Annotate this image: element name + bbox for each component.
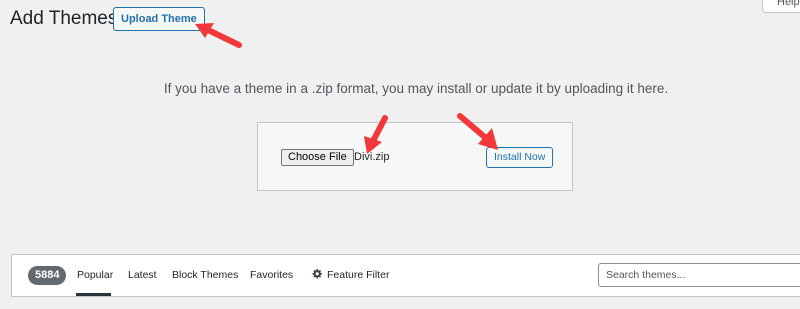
current-tab-indicator: [76, 293, 111, 296]
search-themes-input[interactable]: [598, 263, 800, 287]
tab-favorites[interactable]: Favorites: [250, 268, 293, 283]
upload-description: If you have a theme in a .zip format, yo…: [163, 81, 669, 96]
help-tab[interactable]: Help: [762, 0, 800, 13]
gear-icon: [312, 269, 322, 279]
theme-count-badge: 5884: [28, 266, 67, 285]
selected-file-name: Divi.zip: [354, 151, 390, 163]
choose-file-button[interactable]: Choose File: [281, 149, 354, 166]
feature-filter-button[interactable]: Feature Filter: [312, 268, 389, 283]
tab-block-themes[interactable]: Block Themes: [172, 268, 238, 283]
tab-latest[interactable]: Latest: [128, 268, 157, 283]
tab-popular[interactable]: Popular: [77, 268, 113, 283]
upload-form: Choose File Divi.zip Install Now: [257, 122, 573, 191]
upload-theme-button[interactable]: Upload Theme: [113, 7, 205, 31]
feature-filter-label: Feature Filter: [327, 269, 390, 281]
page-title: Add Themes: [10, 8, 118, 29]
install-now-button[interactable]: Install Now: [486, 147, 554, 168]
theme-filter-bar: 5884 Popular Latest Block Themes Favorit…: [11, 254, 800, 297]
